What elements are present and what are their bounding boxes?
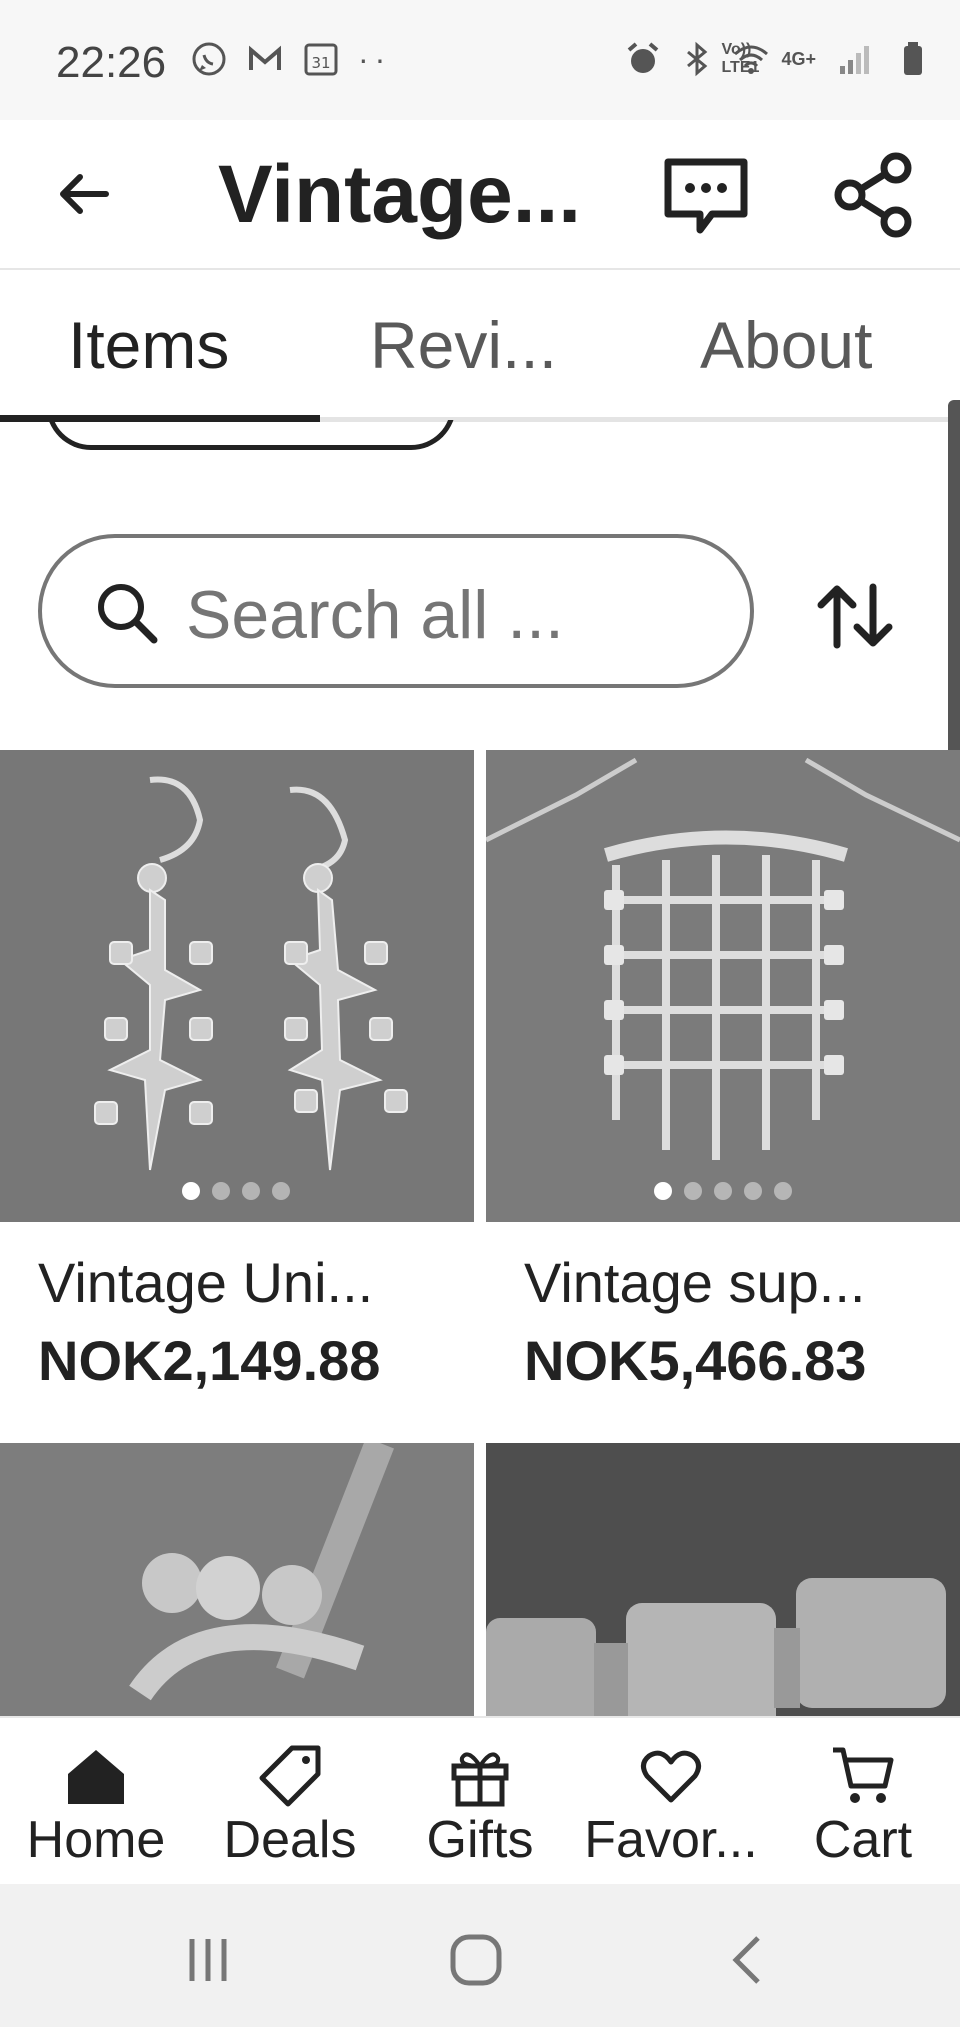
gift-icon [451,1752,509,1807]
listing-image[interactable] [0,1443,474,1716]
back-system-button[interactable] [706,1920,786,2000]
image-carousel-dots [182,1182,290,1200]
recents-icon [189,1939,227,1981]
carousel-dot [774,1182,792,1200]
search-icon [98,584,158,644]
chat-bubble-icon [664,158,748,234]
image-carousel-dots [654,1182,792,1200]
tab-about[interactable]: About [700,307,872,383]
tag-icon [259,1745,321,1807]
back-chevron-icon [732,1936,760,1984]
carousel-dot [212,1182,230,1200]
tab-reviews[interactable]: Revi... [370,307,557,383]
cart-icon [833,1747,894,1803]
home-button[interactable] [436,1920,516,2000]
battery-icon [904,42,922,75]
nav-label: Gifts [426,1811,534,1869]
nav-label: Cart [813,1811,913,1869]
bottom-navigation: Home Deals Gifts Favor... Cart [0,1716,960,1884]
carousel-dot [654,1182,672,1200]
nav-label: Deals [223,1811,357,1869]
notification-icons: 31 ·· [190,40,391,78]
share-button[interactable] [820,140,930,250]
listing-image[interactable] [486,1443,960,1716]
carousel-dot [744,1182,762,1200]
volte-icon: Vo)) LTE1 [721,41,760,76]
network-status-icons: Vo)) LTE1 4G+ [721,40,932,78]
shop-tabs: Items Revi... About [0,272,960,422]
shop-search-input[interactable]: Search all ... [38,534,754,688]
recents-button[interactable] [168,1920,248,2000]
arrow-left-icon [60,174,109,214]
carousel-dot [714,1182,732,1200]
ring-image [0,1443,474,1716]
signal-icon [840,46,869,74]
alarm-icon [627,42,659,73]
listing-title: Vintage sup... [524,1251,866,1314]
nav-gifts[interactable]: Gifts [410,1718,550,1886]
nav-home[interactable]: Home [14,1718,178,1886]
nav-deals[interactable]: Deals [210,1718,370,1886]
carousel-dot [182,1182,200,1200]
status-bar: 22:26 31 ·· Vo)) LTE1 4G+ [0,0,960,120]
nav-label: Home [26,1811,166,1869]
back-button[interactable] [44,154,124,234]
page-title: Vintage... [218,149,582,240]
4g-icon: 4G+ [781,48,816,69]
listing-price: NOK5,466.83 [524,1329,867,1392]
carousel-dot [272,1182,290,1200]
carousel-dot [242,1182,260,1200]
sort-button[interactable] [800,566,910,666]
scrollbar[interactable] [948,400,960,760]
app-header: Vintage... [0,120,960,270]
bluetooth-icon [687,41,708,77]
earrings-image [0,750,474,1222]
calendar-icon: 31 [304,43,338,76]
message-seller-button[interactable] [656,146,756,246]
listing-image[interactable] [486,750,960,1222]
tab-items[interactable]: Items [68,307,229,383]
nav-cart[interactable]: Cart [798,1718,928,1886]
gmail-icon [249,45,281,70]
listing-title: Vintage Uni... [38,1251,374,1314]
nav-label: Favor... [584,1811,758,1869]
listing-price: NOK2,149.88 [38,1329,381,1392]
home-circle-icon [450,1934,502,1986]
system-navigation-bar [0,1884,960,2027]
status-time: 22:26 [56,38,167,87]
search-placeholder: Search all ... [186,577,564,653]
more-notifications: ·· [358,40,392,77]
svg-text:31: 31 [311,54,330,72]
heart-icon [641,1750,701,1803]
listing-image[interactable] [0,750,474,1222]
home-icon [68,1750,124,1804]
sort-arrows-icon [817,583,893,649]
whatsapp-icon [192,42,226,76]
bracelet-image [486,1443,960,1716]
necklace-image [486,750,960,1222]
share-icon [834,152,912,238]
nav-favorites[interactable]: Favor... [576,1718,766,1886]
carousel-dot [684,1182,702,1200]
